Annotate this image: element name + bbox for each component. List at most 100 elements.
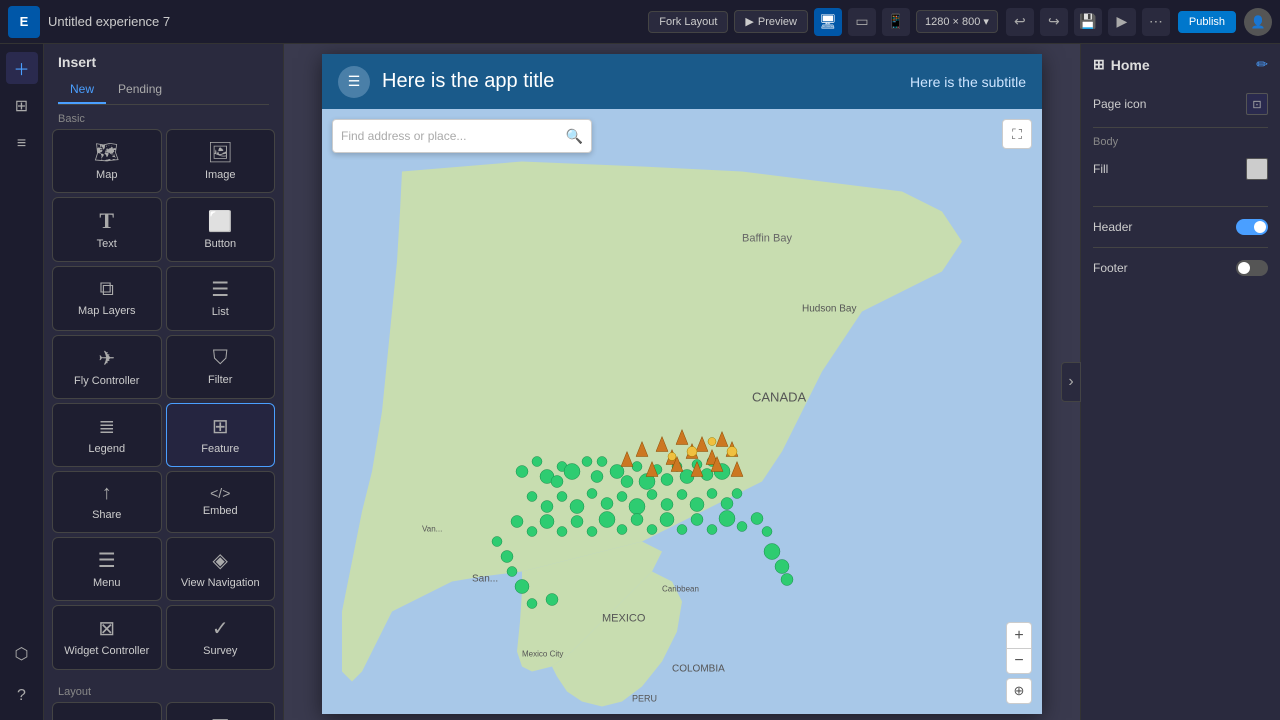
widget-grid-basic: 🗺 Map 🖼 Image T Text ⬜ Button ⧉ Map Laye…	[44, 129, 283, 670]
widget-button[interactable]: ⬜ Button	[166, 197, 276, 262]
sidebar-add-button[interactable]: ＋	[6, 52, 38, 84]
sidebar-styles-button[interactable]: ⬡	[6, 638, 38, 670]
preview-button[interactable]: ▶ Preview	[734, 10, 808, 33]
redo-button[interactable]: ↪	[1040, 8, 1068, 36]
filter-widget-icon: ⛉	[213, 347, 228, 370]
phone-icon[interactable]: 📱	[882, 8, 910, 36]
expand-button[interactable]: ⛶	[1002, 119, 1032, 149]
fly-controller-widget-icon: ✈	[98, 346, 115, 371]
divider-3	[1093, 247, 1268, 248]
widget-controller-widget-icon: ⊠	[98, 616, 115, 641]
zoom-controls: + −	[1006, 622, 1032, 674]
fork-layout-button[interactable]: Fork Layout	[648, 11, 728, 33]
page-icon-selector[interactable]: ⊡	[1246, 93, 1268, 115]
fill-color-swatch[interactable]	[1246, 158, 1268, 180]
widget-list[interactable]: ☰ List	[166, 266, 276, 330]
list-widget-icon: ☰	[211, 277, 229, 302]
user-avatar[interactable]: 👤	[1244, 8, 1272, 36]
page-icon-label: Page icon	[1093, 97, 1146, 111]
screen-size-button[interactable]: 1280 × 800 ▾	[916, 10, 998, 33]
experience-title: Untitled experience 7	[48, 14, 640, 29]
topbar: E Untitled experience 7 Fork Layout ▶ Pr…	[0, 0, 1280, 44]
save-button[interactable]: 💾	[1074, 8, 1102, 36]
undo-button[interactable]: ↩	[1006, 8, 1034, 36]
zoom-in-button[interactable]: +	[1006, 622, 1032, 648]
widget-view-navigation[interactable]: ◈ View Navigation	[166, 537, 276, 601]
survey-widget-icon: ✓	[212, 616, 229, 641]
insert-tabs: New Pending	[58, 76, 269, 105]
play-button[interactable]: ▶	[1108, 8, 1136, 36]
menu-widget-icon: ☰	[98, 548, 116, 573]
sidebar-icons: ＋ ⊞ ≡ ⬡ ?	[0, 44, 44, 720]
widget-share[interactable]: ↑ Share	[52, 471, 162, 533]
text-widget-icon: T	[99, 208, 114, 234]
view-navigation-widget-icon: ◈	[213, 548, 228, 573]
widget-filter[interactable]: ⛉ Filter	[166, 335, 276, 399]
widget-image[interactable]: 🖼 Image	[166, 129, 276, 193]
locate-button[interactable]: ⊕	[1006, 678, 1032, 704]
map-widget-icon: 🗺	[94, 140, 119, 165]
widget-widget-controller[interactable]: ⊠ Widget Controller	[52, 605, 162, 669]
right-panel-collapse-button[interactable]: ›	[1061, 362, 1081, 402]
widget-menu[interactable]: ☰ Menu	[52, 537, 162, 601]
svg-text:Hudson Bay: Hudson Bay	[802, 304, 856, 315]
zoom-out-button[interactable]: −	[1006, 648, 1032, 674]
svg-text:Mexico City: Mexico City	[522, 650, 563, 659]
search-icon[interactable]: 🔍	[566, 128, 583, 145]
widget-map-layers[interactable]: ⧉ Map Layers	[52, 266, 162, 330]
insert-panel: Insert New Pending Basic 🗺 Map 🖼 Image T…	[44, 44, 284, 720]
footer-row: Footer	[1093, 256, 1268, 280]
widget-text[interactable]: T Text	[52, 197, 162, 262]
widget-legend[interactable]: ≣ Legend	[52, 403, 162, 467]
fill-row: Fill	[1093, 154, 1268, 184]
tablet-icon[interactable]: ▭	[848, 8, 876, 36]
sidebar-pages-button[interactable]: ⊞	[6, 90, 38, 122]
svg-text:Caribbean: Caribbean	[662, 585, 699, 594]
body-section-label: Body	[1093, 136, 1268, 148]
search-bar: Find address or place... 🔍	[332, 119, 592, 153]
right-panel-edit-button[interactable]: ✏	[1256, 56, 1268, 73]
embed-widget-icon: </>	[210, 485, 230, 501]
header-label: Header	[1093, 220, 1132, 234]
map-svg: Baffin Bay Hudson Bay CANADA Van... San.…	[322, 109, 1042, 714]
widget-embed[interactable]: </> Embed	[166, 471, 276, 533]
tab-new[interactable]: New	[58, 76, 106, 104]
widget-survey[interactable]: ✓ Survey	[166, 605, 276, 669]
search-placeholder[interactable]: Find address or place...	[341, 129, 560, 143]
section-layout-label: Layout	[44, 678, 283, 702]
footer-toggle[interactable]	[1236, 260, 1268, 276]
svg-text:MEXICO: MEXICO	[602, 613, 646, 625]
right-panel: ⊞ Home ✏ Page icon ⊡ Body Fill Header	[1080, 44, 1280, 720]
widget-column[interactable]: ◫ Column	[166, 702, 276, 720]
tab-pending[interactable]: Pending	[106, 76, 174, 104]
header-row: Header	[1093, 215, 1268, 239]
canvas-area[interactable]: ☰ Here is the app title Here is the subt…	[284, 44, 1080, 720]
widget-row[interactable]: ▬ Row	[52, 702, 162, 720]
canvas-wrapper: ☰ Here is the app title Here is the subt…	[284, 44, 1280, 720]
sidebar-layers-button[interactable]: ≡	[6, 128, 38, 160]
feature-widget-icon: ⊞	[212, 414, 229, 439]
widget-feature[interactable]: ⊞ Feature	[166, 403, 276, 467]
svg-text:Van...: Van...	[422, 525, 442, 534]
footer-label: Footer	[1093, 261, 1128, 275]
app-subtitle: Here is the subtitle	[910, 74, 1026, 90]
svg-text:COLOMBIA: COLOMBIA	[672, 664, 725, 675]
sidebar-help-button[interactable]: ?	[6, 680, 38, 712]
button-widget-icon: ⬜	[208, 209, 233, 234]
widget-fly-controller[interactable]: ✈ Fly Controller	[52, 335, 162, 399]
widget-map[interactable]: 🗺 Map	[52, 129, 162, 193]
body-section: Body Fill	[1093, 136, 1268, 184]
right-panel-title: ⊞ Home	[1093, 56, 1150, 73]
more-options-button[interactable]: ⋯	[1142, 8, 1170, 36]
topbar-center-controls: Fork Layout ▶ Preview 🖥 ▭ 📱 1280 × 800 ▾	[648, 8, 998, 36]
map-background[interactable]: Baffin Bay Hudson Bay CANADA Van... San.…	[322, 109, 1042, 714]
svg-text:CANADA: CANADA	[752, 390, 807, 405]
app-body: Find address or place... 🔍 ⛶	[322, 109, 1042, 714]
desktop-icon[interactable]: 🖥	[814, 8, 842, 36]
divider-2	[1093, 206, 1268, 207]
page-icon-row: Page icon ⊡	[1093, 89, 1268, 119]
publish-button[interactable]: Publish	[1178, 11, 1236, 33]
image-widget-icon: 🖼	[208, 140, 233, 165]
app-header: ☰ Here is the app title Here is the subt…	[322, 54, 1042, 109]
header-toggle[interactable]	[1236, 219, 1268, 235]
